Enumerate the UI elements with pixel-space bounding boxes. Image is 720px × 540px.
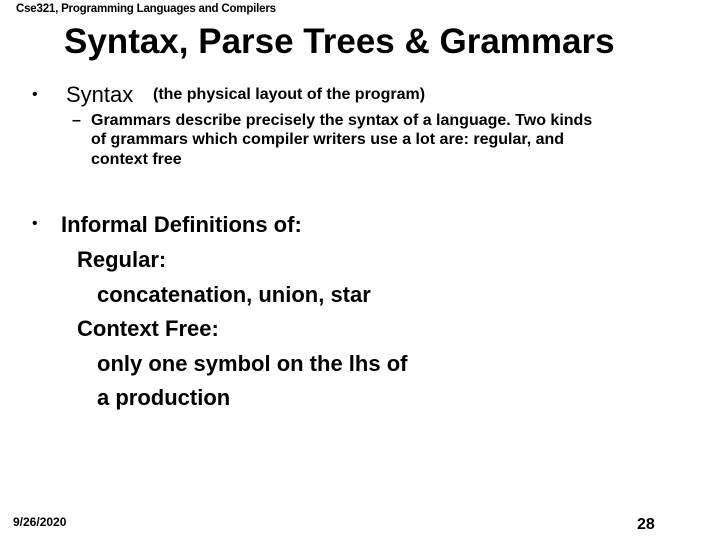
context-free-label: Context Free:: [77, 316, 219, 341]
regular-description: concatenation, union, star: [97, 282, 371, 307]
context-free-description: only one symbol on the lhs of: [97, 351, 408, 376]
bullet-syntax-note: (the physical layout of the program): [153, 86, 426, 103]
footer-date: 9/26/2020: [13, 515, 67, 529]
regular-label: Regular:: [77, 247, 167, 272]
bullet-icon: •: [32, 215, 38, 232]
sub-bullet-line: context free: [91, 151, 182, 168]
dash-icon: –: [72, 112, 81, 129]
sub-bullet-line: of grammars which compiler writers use a…: [91, 131, 565, 148]
course-header: Cse321, Programming Languages and Compil…: [16, 3, 276, 15]
context-free-description: a production: [97, 385, 231, 410]
bullet-syntax: Syntax: [66, 82, 134, 107]
bullet-icon: •: [32, 86, 38, 103]
sub-bullet-line: Grammars describe precisely the syntax o…: [91, 112, 593, 129]
slide-title: Syntax, Parse Trees & Grammars: [64, 22, 615, 61]
bullet-informal-definitions: Informal Definitions of:: [61, 212, 302, 237]
page-number: 28: [637, 516, 655, 533]
